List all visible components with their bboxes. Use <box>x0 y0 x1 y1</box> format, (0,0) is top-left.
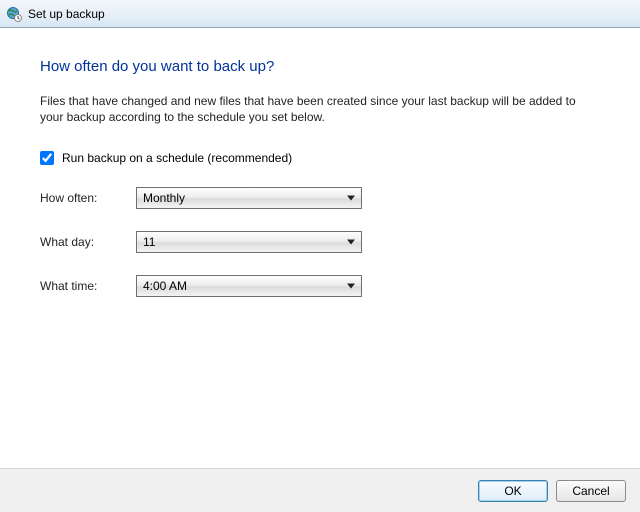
row-what-time: What time: 4:00 AM <box>40 275 600 297</box>
chevron-down-icon <box>347 240 355 245</box>
ok-button-label: OK <box>504 484 521 498</box>
button-bar: OK Cancel <box>0 468 640 512</box>
select-what-time[interactable]: 4:00 AM <box>136 275 362 297</box>
label-what-time: What time: <box>40 279 136 293</box>
page-heading: How often do you want to back up? <box>40 58 600 75</box>
content-area: How often do you want to back up? Files … <box>0 28 640 329</box>
chevron-down-icon <box>347 284 355 289</box>
window-title: Set up backup <box>28 7 105 21</box>
select-how-often[interactable]: Monthly <box>136 187 362 209</box>
window-titlebar: Set up backup <box>0 0 640 28</box>
row-what-day: What day: 11 <box>40 231 600 253</box>
cancel-button-label: Cancel <box>572 484 609 498</box>
page-description: Files that have changed and new files th… <box>40 93 600 125</box>
world-clock-icon <box>6 6 22 22</box>
select-what-day-value: 11 <box>143 235 155 249</box>
chevron-down-icon <box>347 196 355 201</box>
ok-button[interactable]: OK <box>478 480 548 502</box>
label-what-day: What day: <box>40 235 136 249</box>
run-on-schedule-label[interactable]: Run backup on a schedule (recommended) <box>62 151 292 165</box>
label-how-often: How often: <box>40 191 136 205</box>
run-on-schedule-checkbox[interactable] <box>40 151 54 165</box>
select-what-time-value: 4:00 AM <box>143 279 187 293</box>
select-what-day[interactable]: 11 <box>136 231 362 253</box>
run-on-schedule-row: Run backup on a schedule (recommended) <box>40 151 600 165</box>
row-how-often: How often: Monthly <box>40 187 600 209</box>
select-how-often-value: Monthly <box>143 191 185 205</box>
cancel-button[interactable]: Cancel <box>556 480 626 502</box>
